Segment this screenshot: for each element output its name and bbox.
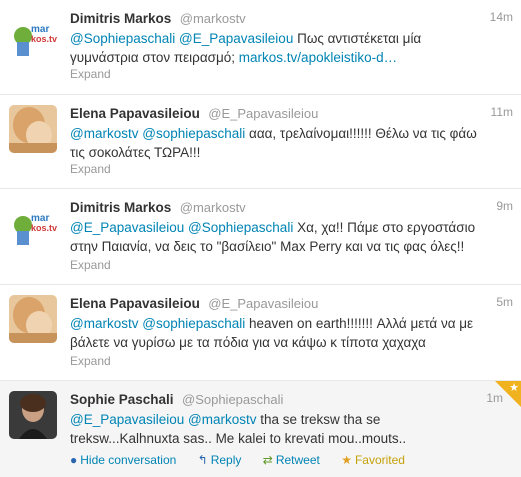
favorited-button[interactable]: ★ Favorited bbox=[341, 453, 405, 467]
hide-conversation-button[interactable]: ● Hide conversation bbox=[70, 453, 176, 467]
tweet-fullname[interactable]: Elena Papavasileiou bbox=[70, 106, 200, 121]
expand-link[interactable]: Expand bbox=[70, 162, 111, 176]
mention-link[interactable]: @Sophiepaschali bbox=[70, 31, 175, 46]
expand-link[interactable]: Expand bbox=[70, 67, 111, 81]
tweet-username[interactable]: @E_Papavasileiou bbox=[208, 106, 318, 121]
speech-bubble-icon: ● bbox=[70, 453, 78, 467]
tweet-timestamp[interactable]: 1m bbox=[486, 391, 503, 405]
tweet-item[interactable]: Elena Papavasileiou @E_Papavasileiou 5m … bbox=[0, 285, 521, 381]
tweet-username[interactable]: @E_Papavasileiou bbox=[208, 296, 318, 311]
mention-link[interactable]: @markostv bbox=[70, 316, 138, 331]
star-icon: ★ bbox=[341, 453, 352, 467]
tweet-text: @markostv @sophiepaschali heaven on eart… bbox=[70, 314, 490, 352]
tweet-text: @E_Papavasileiou @Sophiepaschali Χα, χα!… bbox=[70, 218, 490, 256]
mention-link[interactable]: @Sophiepaschali bbox=[188, 220, 293, 235]
tweet-timeline: mar kos.tv Dimitris Markos @markostv 14m… bbox=[0, 0, 521, 477]
tweet-fullname[interactable]: Dimitris Markos bbox=[70, 11, 171, 26]
mention-link[interactable]: @E_Papavasileiou bbox=[179, 31, 293, 46]
svg-text:kos.tv: kos.tv bbox=[31, 34, 57, 44]
retweet-button[interactable]: ⇄ Retweet bbox=[263, 453, 320, 467]
tweet-item-open[interactable]: ★ Sophie Paschali @Sophiepaschali 1m @E_… bbox=[0, 381, 521, 477]
tweet-header: Elena Papavasileiou @E_Papavasileiou bbox=[70, 105, 511, 123]
tweet-header: Dimitris Markos @markostv bbox=[70, 10, 511, 28]
mention-link[interactable]: @sophiepaschali bbox=[142, 316, 245, 331]
avatar[interactable] bbox=[9, 295, 57, 343]
tweet-fullname[interactable]: Sophie Paschali bbox=[70, 392, 174, 407]
sophie-photo-avatar bbox=[9, 391, 57, 439]
avatar[interactable]: mar kos.tv bbox=[9, 199, 57, 247]
reply-button[interactable]: ↰ Reply bbox=[198, 453, 242, 467]
expand-link[interactable]: Expand bbox=[70, 258, 111, 272]
tweet-item[interactable]: Elena Papavasileiou @E_Papavasileiou 11m… bbox=[0, 95, 521, 189]
tweet-username[interactable]: @markostv bbox=[180, 11, 246, 26]
tweet-timestamp[interactable]: 11m bbox=[491, 105, 513, 119]
tweet-username[interactable]: @Sophiepaschali bbox=[182, 392, 283, 407]
tweet-fullname[interactable]: Elena Papavasileiou bbox=[70, 296, 200, 311]
avatar[interactable] bbox=[9, 105, 57, 153]
tweet-item[interactable]: mar kos.tv Dimitris Markos @markostv 9m … bbox=[0, 189, 521, 285]
elena-photo-avatar bbox=[9, 105, 57, 153]
avatar[interactable] bbox=[9, 391, 57, 439]
tweet-timestamp[interactable]: 5m bbox=[496, 295, 513, 309]
tweet-username[interactable]: @markostv bbox=[180, 200, 246, 215]
tweet-header: Dimitris Markos @markostv bbox=[70, 199, 511, 217]
tweet-header: Sophie Paschali @Sophiepaschali bbox=[70, 391, 511, 409]
tweet-text: @Sophiepaschali @E_Papavasileiou Πως αντ… bbox=[70, 29, 490, 67]
tweet-timestamp[interactable]: 9m bbox=[496, 199, 513, 213]
mention-link[interactable]: @markostv bbox=[188, 412, 256, 427]
svg-text:kos.tv: kos.tv bbox=[31, 223, 57, 233]
mention-link[interactable]: @E_Papavasileiou bbox=[70, 220, 184, 235]
tweet-fullname[interactable]: Dimitris Markos bbox=[70, 200, 171, 215]
retweet-icon: ⇄ bbox=[262, 453, 273, 467]
tweet-text: @markostv @sophiepaschali ααα, τρελαίνομ… bbox=[70, 124, 490, 162]
markostv-logo-avatar: mar kos.tv bbox=[9, 199, 57, 247]
tweet-timestamp[interactable]: 14m bbox=[490, 10, 513, 24]
tweet-text: @E_Papavasileiou @markostv tha se treksw… bbox=[70, 410, 490, 448]
mention-link[interactable]: @sophiepaschali bbox=[142, 126, 245, 141]
reply-arrow-icon: ↰ bbox=[197, 453, 208, 467]
mention-link[interactable]: @markostv bbox=[70, 126, 138, 141]
elena-photo-avatar bbox=[9, 295, 57, 343]
avatar[interactable]: mar kos.tv bbox=[9, 10, 57, 58]
tweet-header: Elena Papavasileiou @E_Papavasileiou bbox=[70, 295, 511, 313]
tweet-item[interactable]: mar kos.tv Dimitris Markos @markostv 14m… bbox=[0, 0, 521, 95]
mention-link[interactable]: @E_Papavasileiou bbox=[70, 412, 184, 427]
markostv-logo-avatar: mar kos.tv bbox=[9, 10, 57, 58]
expand-link[interactable]: Expand bbox=[70, 354, 111, 368]
url-link[interactable]: markos.tv/apokleistiko-d… bbox=[239, 50, 397, 65]
tweet-actions: ● Hide conversation ↰ Reply ⇄ Retweet ★ Favo… bbox=[70, 453, 423, 467]
